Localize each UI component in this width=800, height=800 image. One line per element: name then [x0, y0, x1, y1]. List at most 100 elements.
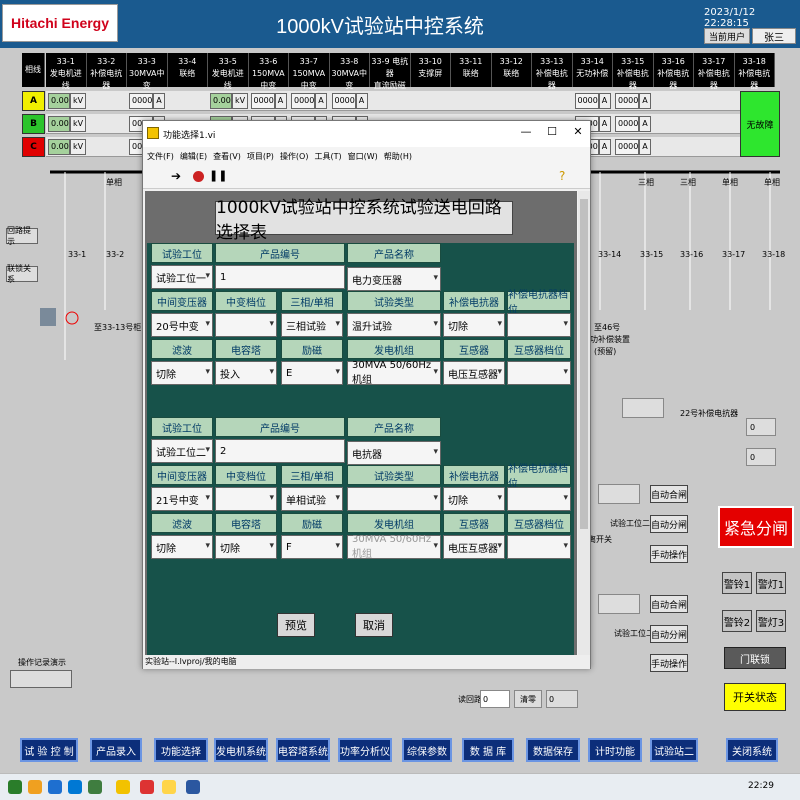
- gen-set-select[interactable]: 30MVA 50/60Hz机组: [347, 360, 441, 386]
- close-icon[interactable]: ✕: [567, 125, 589, 141]
- test-type-select[interactable]: 温升试验: [347, 313, 441, 337]
- column-name: 30MVA中变: [128, 69, 165, 90]
- comp-reactor-select[interactable]: 切除: [443, 487, 505, 511]
- dialog-toolbar: ➔ ❚❚ ?: [143, 165, 590, 189]
- phase-select[interactable]: 单相试验: [281, 487, 343, 511]
- cap-tower-select[interactable]: 切除: [215, 535, 277, 559]
- station-select[interactable]: 试验工位一: [151, 265, 213, 289]
- vertical-scrollbar[interactable]: [578, 191, 590, 655]
- cap-tower-select[interactable]: 投入: [215, 361, 277, 385]
- alarm-bell-1-button[interactable]: 警铃1: [722, 572, 752, 594]
- alarm-light-3-button[interactable]: 警灯3: [756, 610, 786, 632]
- trans-tap-select[interactable]: [507, 535, 571, 559]
- comp-reactor-select[interactable]: 切除: [443, 313, 505, 337]
- product-name-select[interactable]: 电力变压器: [347, 267, 441, 291]
- scrollbar-thumb[interactable]: [580, 199, 588, 529]
- auto-close-button[interactable]: 自动合闸: [650, 595, 688, 613]
- column-name: 发电机进线: [211, 69, 244, 90]
- manual-button[interactable]: 手动操作: [650, 654, 688, 672]
- gen-set-select[interactable]: 30MVA 50/60Hz机组: [347, 534, 441, 560]
- mid-tap-header: 中变档位: [215, 291, 277, 311]
- comp-tap-select[interactable]: [507, 313, 571, 337]
- mid-trans-header: 中间变压器: [151, 465, 213, 485]
- app-icon[interactable]: [140, 780, 154, 794]
- gate-switch-label: 离开关: [588, 535, 612, 544]
- app-icon[interactable]: [88, 780, 102, 794]
- door-interlock-button[interactable]: 门联锁: [724, 647, 786, 669]
- auto-close-button[interactable]: 自动合闸: [650, 485, 688, 503]
- product-name-select[interactable]: 电抗器: [347, 441, 441, 465]
- menu-item-6[interactable]: 窗口(W): [348, 151, 378, 162]
- switch-status-button[interactable]: 开关状态: [724, 683, 786, 711]
- filter-select[interactable]: 切除: [151, 535, 213, 559]
- auto-open-button[interactable]: 自动分闸: [650, 625, 688, 643]
- dialog-titlebar[interactable]: 功能选择1.vi — ☐ ✕: [143, 121, 590, 147]
- nav-button-8[interactable]: 数据保存: [526, 738, 580, 762]
- menu-item-4[interactable]: 操作(O): [280, 151, 309, 162]
- test-type-header: 试验类型: [347, 291, 441, 311]
- comp-tap-select[interactable]: [507, 487, 571, 511]
- cancel-button[interactable]: 取消: [355, 613, 393, 637]
- column-id: 33-10: [418, 57, 442, 66]
- menu-item-5[interactable]: 工具(T): [314, 151, 341, 162]
- nav-button-5[interactable]: 功率分析仪: [338, 738, 392, 762]
- trans-tap-select[interactable]: [507, 361, 571, 385]
- nav-button-7[interactable]: 数 据 库: [462, 738, 514, 762]
- clear-button[interactable]: 清零: [514, 690, 542, 708]
- folder-icon[interactable]: [116, 780, 130, 794]
- app-icon[interactable]: [28, 780, 42, 794]
- nav-button-0[interactable]: 试 验 控 制: [20, 738, 78, 762]
- menu-item-0[interactable]: 文件(F): [147, 151, 174, 162]
- run-arrow-icon[interactable]: ➔: [171, 169, 181, 183]
- nav-button-4[interactable]: 电容塔系统: [276, 738, 330, 762]
- voltage-value: 0.00: [48, 116, 70, 132]
- app-icon[interactable]: [48, 780, 62, 794]
- manual-button[interactable]: 手动操作: [650, 545, 688, 563]
- transformer-select[interactable]: 电压互感器: [443, 535, 505, 559]
- abort-icon[interactable]: [193, 171, 204, 182]
- mid-tap-select[interactable]: [215, 313, 277, 337]
- alarm-bell-2-button[interactable]: 警铃2: [722, 610, 752, 632]
- form-panel: 试验工位产品编号产品名称试验工位一1电力变压器中间变压器中变档位三相/单相试验类…: [147, 243, 574, 655]
- menu-item-1[interactable]: 编辑(E): [180, 151, 207, 162]
- nav-button-3[interactable]: 发电机系统: [214, 738, 268, 762]
- alarm-light-1-button[interactable]: 警灯1: [756, 572, 786, 594]
- menu-item-3[interactable]: 项目(P): [247, 151, 274, 162]
- nav-button-1[interactable]: 产品录入: [90, 738, 142, 762]
- mid-tap-select[interactable]: [215, 487, 277, 511]
- nav-button-10[interactable]: 试验站二: [650, 738, 698, 762]
- auto-open-button[interactable]: 自动分闸: [650, 515, 688, 533]
- nav-button-6[interactable]: 综保参数: [402, 738, 452, 762]
- unit-a: A: [598, 116, 611, 132]
- gen-set-header: 发电机组: [347, 513, 441, 533]
- help-icon[interactable]: ?: [559, 169, 565, 183]
- product-no-input[interactable]: 1: [215, 265, 345, 289]
- pause-icon[interactable]: ❚❚: [209, 169, 227, 182]
- app-icon[interactable]: [68, 780, 82, 794]
- excite-select[interactable]: F: [281, 535, 343, 559]
- nav-button-11[interactable]: 关闭系统: [726, 738, 778, 762]
- preview-button[interactable]: 预览: [277, 613, 315, 637]
- mid-trans-select[interactable]: 20号中变: [151, 313, 213, 337]
- app-icon[interactable]: [8, 780, 22, 794]
- mid-trans-select[interactable]: 21号中变: [151, 487, 213, 511]
- column-header-5: 33-6 150MVA中变: [248, 53, 289, 90]
- phase-select[interactable]: 三相试验: [281, 313, 343, 337]
- station-select[interactable]: 试验工位二: [151, 439, 213, 463]
- nav-button-9[interactable]: 计时功能: [588, 738, 642, 762]
- menu-item-7[interactable]: 帮助(H): [384, 151, 412, 162]
- maximize-icon[interactable]: ☐: [541, 125, 563, 141]
- labview-icon[interactable]: [162, 780, 176, 794]
- column-header-9: 33-10 支撑屏: [410, 53, 451, 87]
- test-type-select[interactable]: [347, 487, 441, 511]
- nav-button-2[interactable]: 功能选择: [154, 738, 208, 762]
- clock[interactable]: 22:29: [748, 781, 774, 791]
- product-no-input[interactable]: 2: [215, 439, 345, 463]
- excite-select[interactable]: E: [281, 361, 343, 385]
- app-icon[interactable]: [186, 780, 200, 794]
- transformer-select[interactable]: 电压互感器: [443, 361, 505, 385]
- minimize-icon[interactable]: —: [515, 125, 537, 141]
- filter-select[interactable]: 切除: [151, 361, 213, 385]
- emergency-open-button[interactable]: 紧急分闸: [718, 506, 794, 548]
- menu-item-2[interactable]: 查看(V): [213, 151, 241, 162]
